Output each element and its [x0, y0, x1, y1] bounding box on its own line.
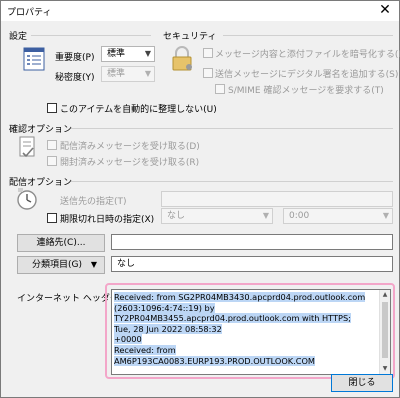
dropdown-arrow-icon: ▼ [90, 260, 97, 269]
internet-headers-highlight: Received: from SG2PR04MB3430.apcprd04.pr… [105, 283, 395, 379]
expires-date-value: なし [167, 211, 186, 221]
properties-dialog: プロパティ ✕ 設定 重要度(P) 標準 ▼ 秘密度(Y) 標準 ▼ このアイテ… [0, 0, 400, 398]
auto-archive-checkbox[interactable] [47, 103, 57, 113]
security-heading: セキュリティ [163, 32, 217, 42]
header-line: Received: from [114, 344, 176, 355]
categories-value: なし [117, 259, 136, 269]
tracking-divider [71, 128, 393, 129]
settings-divider [31, 35, 151, 36]
expires-date-select[interactable]: なし ▼ [161, 208, 273, 224]
encrypt-label: メッセージ内容と添付ファイルを暗号化する(E) [215, 50, 400, 60]
settings-heading: 設定 [9, 32, 28, 42]
close-window-icon[interactable]: ✕ [377, 2, 393, 18]
header-line: Tue, 28 Jun 2022 08:58:32 [114, 323, 222, 334]
header-line: Received: from SG2PR04MB3430.apcprd04.pr… [114, 292, 366, 302]
chevron-down-icon: ▼ [144, 69, 151, 78]
scroll-up-icon[interactable]: ▲ [380, 290, 390, 300]
importance-select[interactable]: 標準 ▼ [101, 46, 155, 62]
read-receipt-checkbox[interactable] [47, 156, 57, 166]
delivery-receipt-label: 配信済みメッセージを受け取る(D) [60, 142, 200, 152]
importance-value: 標準 [107, 49, 126, 59]
categories-button-label: 分類項目(G) [32, 260, 82, 270]
sensitivity-value: 標準 [107, 69, 126, 79]
digital-signature-label: 送信メッセージにデジタル署名を追加する(S) [215, 70, 399, 80]
security-divider [223, 35, 393, 36]
send-after-field[interactable] [161, 191, 393, 207]
padlock-icon [172, 46, 192, 71]
clock-icon [17, 188, 37, 210]
title-bar: プロパティ ✕ [1, 1, 399, 21]
close-button[interactable]: 閉じる [331, 374, 393, 392]
tracking-heading: 確認オプション [9, 125, 73, 135]
header-line: +0000 [114, 334, 142, 345]
header-line: AM6P193CA0083.EURP193.PROD.OUTLOOK.COM [114, 355, 315, 366]
read-receipt-label: 開封済みメッセージを受け取る(R) [60, 158, 200, 168]
categories-button[interactable]: 分類項目(G) ▼ [17, 256, 105, 274]
delivery-divider [71, 181, 393, 182]
expires-checkbox[interactable] [47, 213, 57, 223]
digital-signature-checkbox[interactable] [203, 68, 213, 78]
importance-label: 重要度(P) [55, 53, 95, 63]
contacts-button[interactable]: 連絡先(C)... [17, 234, 105, 252]
list-document-icon [23, 47, 45, 71]
expires-time-value: 0:00 [289, 211, 310, 221]
header-line: (2603:1096:4:74::19) by [114, 302, 215, 313]
encrypt-checkbox[interactable] [203, 48, 213, 58]
header-line: TY2PR04MB3455.apcprd04.prod.outlook.com … [114, 313, 351, 324]
expires-time-select[interactable]: 0:00 ▼ [283, 208, 393, 224]
window-title: プロパティ [7, 8, 52, 18]
contacts-field[interactable] [111, 234, 393, 250]
auto-archive-label: このアイテムを自動的に整理しない(U) [60, 105, 217, 115]
scrollbar-thumb[interactable] [382, 302, 388, 358]
expires-label: 期限切れ日時の指定(X) [60, 215, 155, 225]
delivery-receipt-checkbox[interactable] [47, 140, 57, 150]
categories-field[interactable]: なし [111, 256, 393, 272]
chevron-down-icon: ▼ [262, 211, 269, 220]
headers-scrollbar[interactable]: ▲ ▼ [379, 290, 390, 374]
scroll-down-icon[interactable]: ▼ [380, 364, 390, 374]
chevron-down-icon: ▼ [144, 49, 151, 58]
smime-receipt-checkbox[interactable] [215, 84, 225, 94]
chevron-down-icon: ▼ [382, 211, 389, 220]
headers-text: Received: from SG2PR04MB3430.apcprd04.pr… [114, 292, 378, 366]
sensitivity-label: 秘密度(Y) [55, 73, 95, 83]
checklist-icon [19, 136, 35, 158]
smime-receipt-label: S/MIME 確認メッセージを要求する(T) [228, 86, 384, 96]
sensitivity-select[interactable]: 標準 ▼ [101, 66, 155, 82]
internet-headers-textarea[interactable]: Received: from SG2PR04MB3430.apcprd04.pr… [111, 289, 391, 375]
send-after-label: 送信先の指定(T) [60, 197, 127, 207]
